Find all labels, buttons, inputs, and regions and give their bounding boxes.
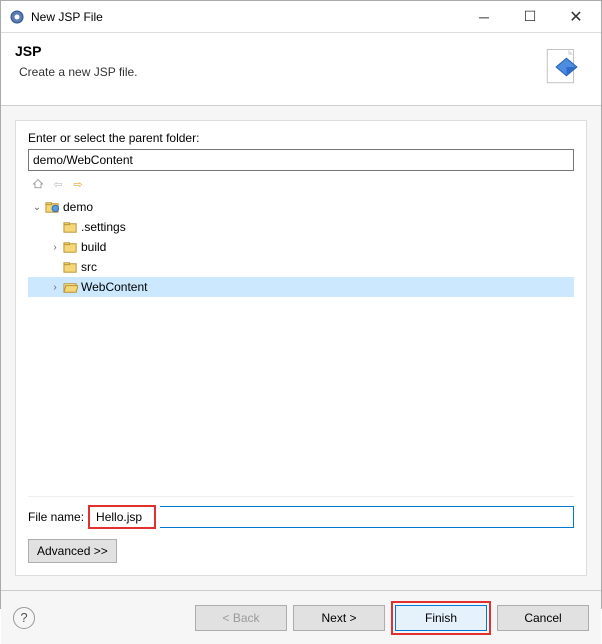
tree-node-build[interactable]: › build: [28, 237, 574, 257]
expand-arrow-icon[interactable]: ⌄: [30, 200, 44, 214]
back-arrow-icon[interactable]: ⇦: [48, 175, 68, 193]
help-button[interactable]: ?: [13, 607, 35, 629]
tree-label: demo: [63, 200, 93, 214]
tree-node-webcontent[interactable]: › WebContent: [28, 277, 574, 297]
folder-icon: [62, 259, 78, 275]
wizard-banner: JSP Create a new JSP file.: [1, 33, 601, 106]
app-icon: [9, 9, 25, 25]
tree-label: build: [81, 240, 106, 254]
wizard-icon: [539, 43, 587, 91]
wizard-content: Enter or select the parent folder: ⇦ ⇨ ⌄…: [1, 106, 601, 590]
tree-label: .settings: [81, 220, 126, 234]
file-name-input-extension[interactable]: [160, 506, 574, 528]
close-button[interactable]: ✕: [553, 2, 599, 32]
highlight-annotation: Finish: [391, 601, 491, 635]
parent-folder-label: Enter or select the parent folder:: [28, 131, 574, 145]
forward-arrow-icon[interactable]: ⇨: [68, 175, 88, 193]
tree-node-src[interactable]: › src: [28, 257, 574, 277]
folder-tree[interactable]: ⌄ demo › .settings › build: [28, 195, 574, 497]
banner-description: Create a new JSP file.: [15, 65, 539, 79]
folder-icon: [62, 239, 78, 255]
window-titlebar: New JSP File ─ ☐ ✕: [1, 1, 601, 33]
tree-node-settings[interactable]: › .settings: [28, 217, 574, 237]
parent-folder-input[interactable]: [28, 149, 574, 171]
file-name-label: File name:: [28, 510, 84, 524]
wizard-footer: ? < Back Next > Finish Cancel: [1, 590, 601, 644]
next-button[interactable]: Next >: [293, 605, 385, 631]
folder-icon: [62, 219, 78, 235]
advanced-button[interactable]: Advanced >>: [28, 539, 117, 563]
tree-node-demo[interactable]: ⌄ demo: [28, 197, 574, 217]
project-icon: [44, 199, 60, 215]
tree-label: WebContent: [81, 280, 148, 294]
highlight-annotation: [88, 505, 156, 529]
expand-arrow-icon[interactable]: ›: [48, 240, 62, 254]
minimize-button[interactable]: ─: [461, 2, 507, 32]
expand-arrow-icon[interactable]: ›: [48, 280, 62, 294]
back-button[interactable]: < Back: [195, 605, 287, 631]
banner-title: JSP: [15, 43, 539, 59]
cancel-button[interactable]: Cancel: [497, 605, 589, 631]
tree-label: src: [81, 260, 97, 274]
window-title: New JSP File: [31, 10, 461, 24]
home-icon[interactable]: [28, 175, 48, 193]
file-name-input[interactable]: [92, 507, 152, 527]
maximize-button[interactable]: ☐: [507, 2, 553, 32]
folder-open-icon: [62, 279, 78, 295]
tree-toolbar: ⇦ ⇨: [28, 175, 574, 193]
finish-button[interactable]: Finish: [395, 605, 487, 631]
